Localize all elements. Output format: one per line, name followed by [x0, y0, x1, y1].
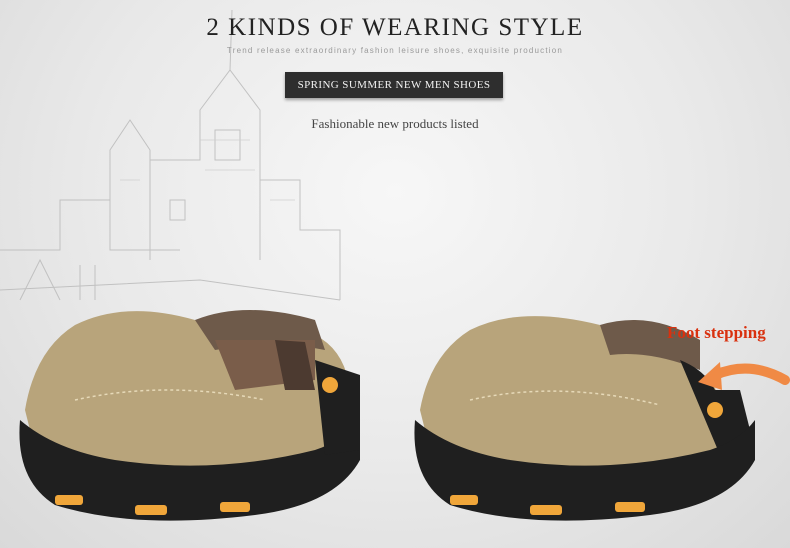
collection-banner: SPRING SUMMER NEW MEN SHOES: [285, 72, 503, 98]
curved-arrow-icon: [698, 362, 790, 390]
foot-stepping-label: Foot stepping: [667, 323, 766, 342]
tagline: Trend release extraordinary fashion leis…: [226, 46, 564, 55]
headline: 2 KINDS OF WEARING STYLE: [206, 14, 584, 41]
subtitle: Fashionable new products listed: [311, 116, 479, 131]
shoe-laced-style-image: [19, 310, 360, 521]
